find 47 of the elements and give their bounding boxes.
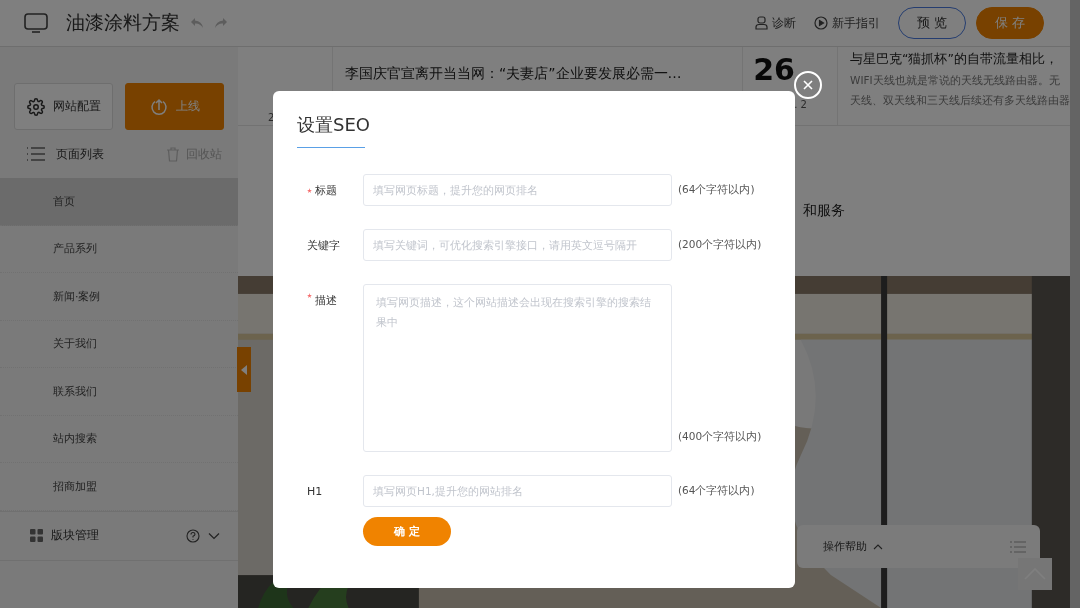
news-date: . 2: [794, 99, 807, 110]
upload-icon: [149, 97, 168, 116]
news-day: 26: [753, 55, 795, 85]
grid-icon: [30, 529, 43, 542]
toolbar-link[interactable]: 新手指引: [814, 14, 880, 32]
list-icon: [26, 147, 46, 161]
news-title[interactable]: 与星巴克“猫抓杯”的自带流量相比，: [850, 51, 1070, 68]
toolbar-link[interactable]: 诊断: [755, 14, 796, 32]
collapse-tab[interactable]: [237, 347, 251, 392]
field-label: H1: [307, 484, 323, 498]
back-to-top-button[interactable]: [1018, 558, 1052, 590]
required-icon: [307, 187, 312, 193]
monitor-icon: [24, 13, 48, 33]
gear-icon: [26, 97, 45, 116]
save-button[interactable]: 保 存: [976, 7, 1044, 39]
help-icon[interactable]: [186, 528, 200, 543]
field-label: 关键字: [307, 237, 340, 253]
char-limit-note: (400个字符以内): [678, 430, 762, 444]
close-icon: [803, 80, 813, 90]
undo-icon[interactable]: [190, 17, 204, 29]
section-text: 和服务: [803, 202, 845, 220]
news-title[interactable]: 李国庆官宣离开当当网：“夫妻店”企业要发展必需一…: [345, 65, 742, 83]
play-icon: [814, 16, 828, 30]
confirm-button[interactable]: 确 定: [363, 517, 451, 546]
char-limit-note: (200个字符以内): [678, 238, 762, 252]
preview-button[interactable]: 预 览: [898, 7, 966, 39]
site-title: 油漆涂料方案: [66, 10, 180, 35]
page-item[interactable]: 首页: [0, 178, 238, 226]
news-date: 2: [268, 112, 275, 123]
chevron-down-icon[interactable]: [208, 531, 220, 540]
char-limit-note: (64个字符以内): [678, 484, 755, 498]
field-label: 标题: [315, 182, 337, 198]
field-label: 描述: [315, 293, 337, 308]
doctor-icon: [755, 16, 768, 30]
redo-icon[interactable]: [214, 17, 228, 29]
page-list-title: 页面列表: [56, 145, 104, 163]
char-limit-note: (64个字符以内): [678, 183, 755, 197]
help-panel-title: 操作帮助: [823, 539, 867, 554]
publish-button[interactable]: 上线: [125, 83, 224, 130]
site-settings-button[interactable]: 网站配置: [14, 83, 113, 130]
trash-icon: [166, 146, 180, 162]
scrollbar[interactable]: [1070, 0, 1080, 608]
caret-left-icon: [241, 364, 247, 375]
block-manage-label: 版块管理: [51, 527, 99, 544]
required-icon: [307, 293, 312, 298]
chevron-up-icon[interactable]: [873, 543, 883, 550]
close-button[interactable]: [794, 71, 822, 99]
